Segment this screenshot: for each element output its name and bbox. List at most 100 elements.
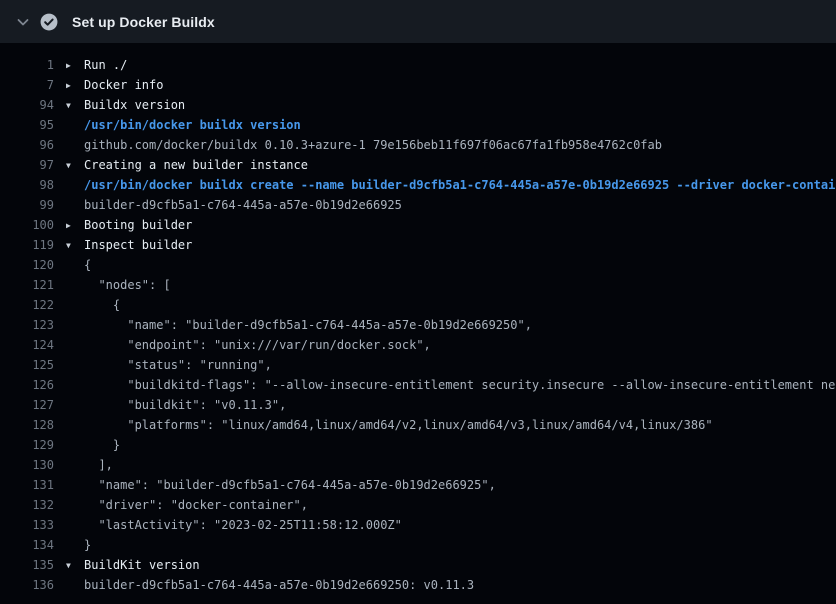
log-line[interactable]: 1 ▶Run ./ [0, 55, 836, 75]
line-number[interactable]: 97 [0, 155, 54, 175]
log-output-text: "endpoint": "unix:///var/run/docker.sock… [66, 335, 431, 355]
log-line: 128 "platforms": "linux/amd64,linux/amd6… [0, 415, 836, 435]
line-number[interactable]: 135 [0, 555, 54, 575]
log-output-text: ], [66, 455, 113, 475]
log-output-text: "name": "builder-d9cfb5a1-c764-445a-a57e… [66, 315, 532, 335]
group-collapsed-arrow-icon[interactable]: ▶ [66, 76, 84, 96]
log-group-header[interactable]: ▼Buildx version [66, 95, 185, 115]
group-expanded-arrow-icon[interactable]: ▼ [66, 556, 84, 576]
group-title: Booting builder [84, 218, 192, 232]
log-line: 129 } [0, 435, 836, 455]
log-line: 134} [0, 535, 836, 555]
group-title: Inspect builder [84, 238, 192, 252]
log-output-text: github.com/docker/buildx 0.10.3+azure-1 … [66, 135, 662, 155]
log-line: 124 "endpoint": "unix:///var/run/docker.… [0, 335, 836, 355]
line-number[interactable]: 134 [0, 535, 54, 555]
log-line: 121 "nodes": [ [0, 275, 836, 295]
line-number[interactable]: 96 [0, 135, 54, 155]
log-group-header[interactable]: ▶Docker info [66, 75, 163, 95]
line-number[interactable]: 129 [0, 435, 54, 455]
log-group-header[interactable]: ▶Run ./ [66, 55, 127, 75]
log-output-text: "nodes": [ [66, 275, 171, 295]
chevron-down-icon[interactable] [14, 13, 32, 31]
line-number[interactable]: 123 [0, 315, 54, 335]
log-line: 95/usr/bin/docker buildx version [0, 115, 836, 135]
line-number[interactable]: 100 [0, 215, 54, 235]
group-expanded-arrow-icon[interactable]: ▼ [66, 156, 84, 176]
log-area: 1▶Run ./7▶Docker info94▼Buildx version95… [0, 43, 836, 595]
step-title: Set up Docker Buildx [72, 14, 215, 30]
log-group-header[interactable]: ▶Booting builder [66, 215, 192, 235]
log-line: 133 "lastActivity": "2023-02-25T11:58:12… [0, 515, 836, 535]
log-line[interactable]: 7 ▶Docker info [0, 75, 836, 95]
line-number[interactable]: 128 [0, 415, 54, 435]
log-command-text: /usr/bin/docker buildx create --name bui… [66, 175, 836, 195]
group-collapsed-arrow-icon[interactable]: ▶ [66, 216, 84, 236]
log-line: 99 builder-d9cfb5a1-c764-445a-a57e-0b19d2… [0, 195, 836, 215]
line-number[interactable]: 131 [0, 475, 54, 495]
line-number[interactable]: 125 [0, 355, 54, 375]
line-number[interactable]: 133 [0, 515, 54, 535]
log-output-text: } [66, 435, 120, 455]
step-header[interactable]: Set up Docker Buildx [0, 0, 836, 43]
log-line[interactable]: 94 ▼Buildx version [0, 95, 836, 115]
log-line[interactable]: 119 ▼Inspect builder [0, 235, 836, 255]
log-line: 122 { [0, 295, 836, 315]
group-title: Buildx version [84, 98, 185, 112]
log-group-header[interactable]: ▼Creating a new builder instance [66, 155, 308, 175]
group-title: BuildKit version [84, 558, 200, 572]
log-output-text: "buildkitd-flags": "--allow-insecure-ent… [66, 375, 836, 395]
line-number[interactable]: 1 [0, 55, 54, 75]
log-output-text: { [66, 295, 120, 315]
log-output-text: } [66, 535, 91, 555]
log-line: 131 "name": "builder-d9cfb5a1-c764-445a-… [0, 475, 836, 495]
group-title: Run ./ [84, 58, 127, 72]
log-output-text: "name": "builder-d9cfb5a1-c764-445a-a57e… [66, 475, 496, 495]
log-output-text: "buildkit": "v0.11.3", [66, 395, 286, 415]
group-title: Creating a new builder instance [84, 158, 308, 172]
log-output-text: "platforms": "linux/amd64,linux/amd64/v2… [66, 415, 713, 435]
log-output-text: builder-d9cfb5a1-c764-445a-a57e-0b19d2e6… [66, 575, 474, 595]
line-number[interactable]: 119 [0, 235, 54, 255]
log-output-text: "lastActivity": "2023-02-25T11:58:12.000… [66, 515, 402, 535]
log-group-header[interactable]: ▼BuildKit version [66, 555, 200, 575]
line-number[interactable]: 124 [0, 335, 54, 355]
log-group-header[interactable]: ▼Inspect builder [66, 235, 192, 255]
log-output-text: "driver": "docker-container", [66, 495, 308, 515]
log-line[interactable]: 100 ▶Booting builder [0, 215, 836, 235]
log-output-text: builder-d9cfb5a1-c764-445a-a57e-0b19d2e6… [66, 195, 402, 215]
log-line: 120 { [0, 255, 836, 275]
line-number[interactable]: 121 [0, 275, 54, 295]
line-number[interactable]: 94 [0, 95, 54, 115]
log-line: 136 builder-d9cfb5a1-c764-445a-a57e-0b19d… [0, 575, 836, 595]
line-number[interactable]: 95 [0, 115, 54, 135]
line-number[interactable]: 126 [0, 375, 54, 395]
log-output-text: { [66, 255, 91, 275]
line-number[interactable]: 98 [0, 175, 54, 195]
log-output-text: "status": "running", [66, 355, 272, 375]
group-expanded-arrow-icon[interactable]: ▼ [66, 96, 84, 116]
group-title: Docker info [84, 78, 163, 92]
check-circle-icon [40, 13, 58, 31]
line-number[interactable]: 130 [0, 455, 54, 475]
log-line: 126 "buildkitd-flags": "--allow-insecure… [0, 375, 836, 395]
group-collapsed-arrow-icon[interactable]: ▶ [66, 56, 84, 76]
line-number[interactable]: 120 [0, 255, 54, 275]
log-line: 132 "driver": "docker-container", [0, 495, 836, 515]
line-number[interactable]: 99 [0, 195, 54, 215]
line-number[interactable]: 132 [0, 495, 54, 515]
log-line[interactable]: 97 ▼Creating a new builder instance [0, 155, 836, 175]
group-expanded-arrow-icon[interactable]: ▼ [66, 236, 84, 256]
log-command-text: /usr/bin/docker buildx version [66, 115, 301, 135]
log-line: 130 ], [0, 455, 836, 475]
line-number[interactable]: 127 [0, 395, 54, 415]
log-line[interactable]: 135 ▼BuildKit version [0, 555, 836, 575]
log-line: 127 "buildkit": "v0.11.3", [0, 395, 836, 415]
line-number[interactable]: 122 [0, 295, 54, 315]
log-line: 125 "status": "running", [0, 355, 836, 375]
log-line: 123 "name": "builder-d9cfb5a1-c764-445a-… [0, 315, 836, 335]
log-line: 96 github.com/docker/buildx 0.10.3+azure-… [0, 135, 836, 155]
line-number[interactable]: 7 [0, 75, 54, 95]
line-number[interactable]: 136 [0, 575, 54, 595]
log-line: 98/usr/bin/docker buildx create --name b… [0, 175, 836, 195]
